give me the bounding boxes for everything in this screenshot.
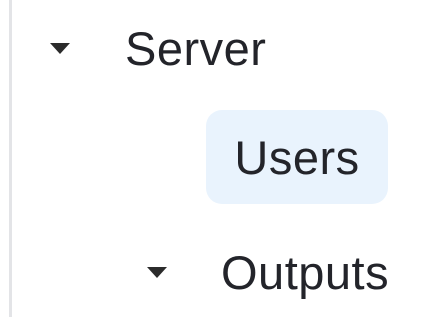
tree-item-server[interactable]: Server	[50, 22, 266, 74]
tree-view: Server Users Outputs	[0, 0, 433, 317]
tree-item-label: Outputs	[221, 245, 390, 299]
tree-item-outputs[interactable]: Outputs	[147, 246, 389, 298]
tree-item-label: Users	[234, 130, 360, 184]
tree-guide-line	[9, 0, 12, 317]
caret-down-icon[interactable]	[50, 42, 70, 54]
tree-item-users[interactable]: Users	[206, 110, 388, 204]
caret-down-icon[interactable]	[147, 266, 167, 278]
tree-item-label: Server	[125, 21, 267, 75]
